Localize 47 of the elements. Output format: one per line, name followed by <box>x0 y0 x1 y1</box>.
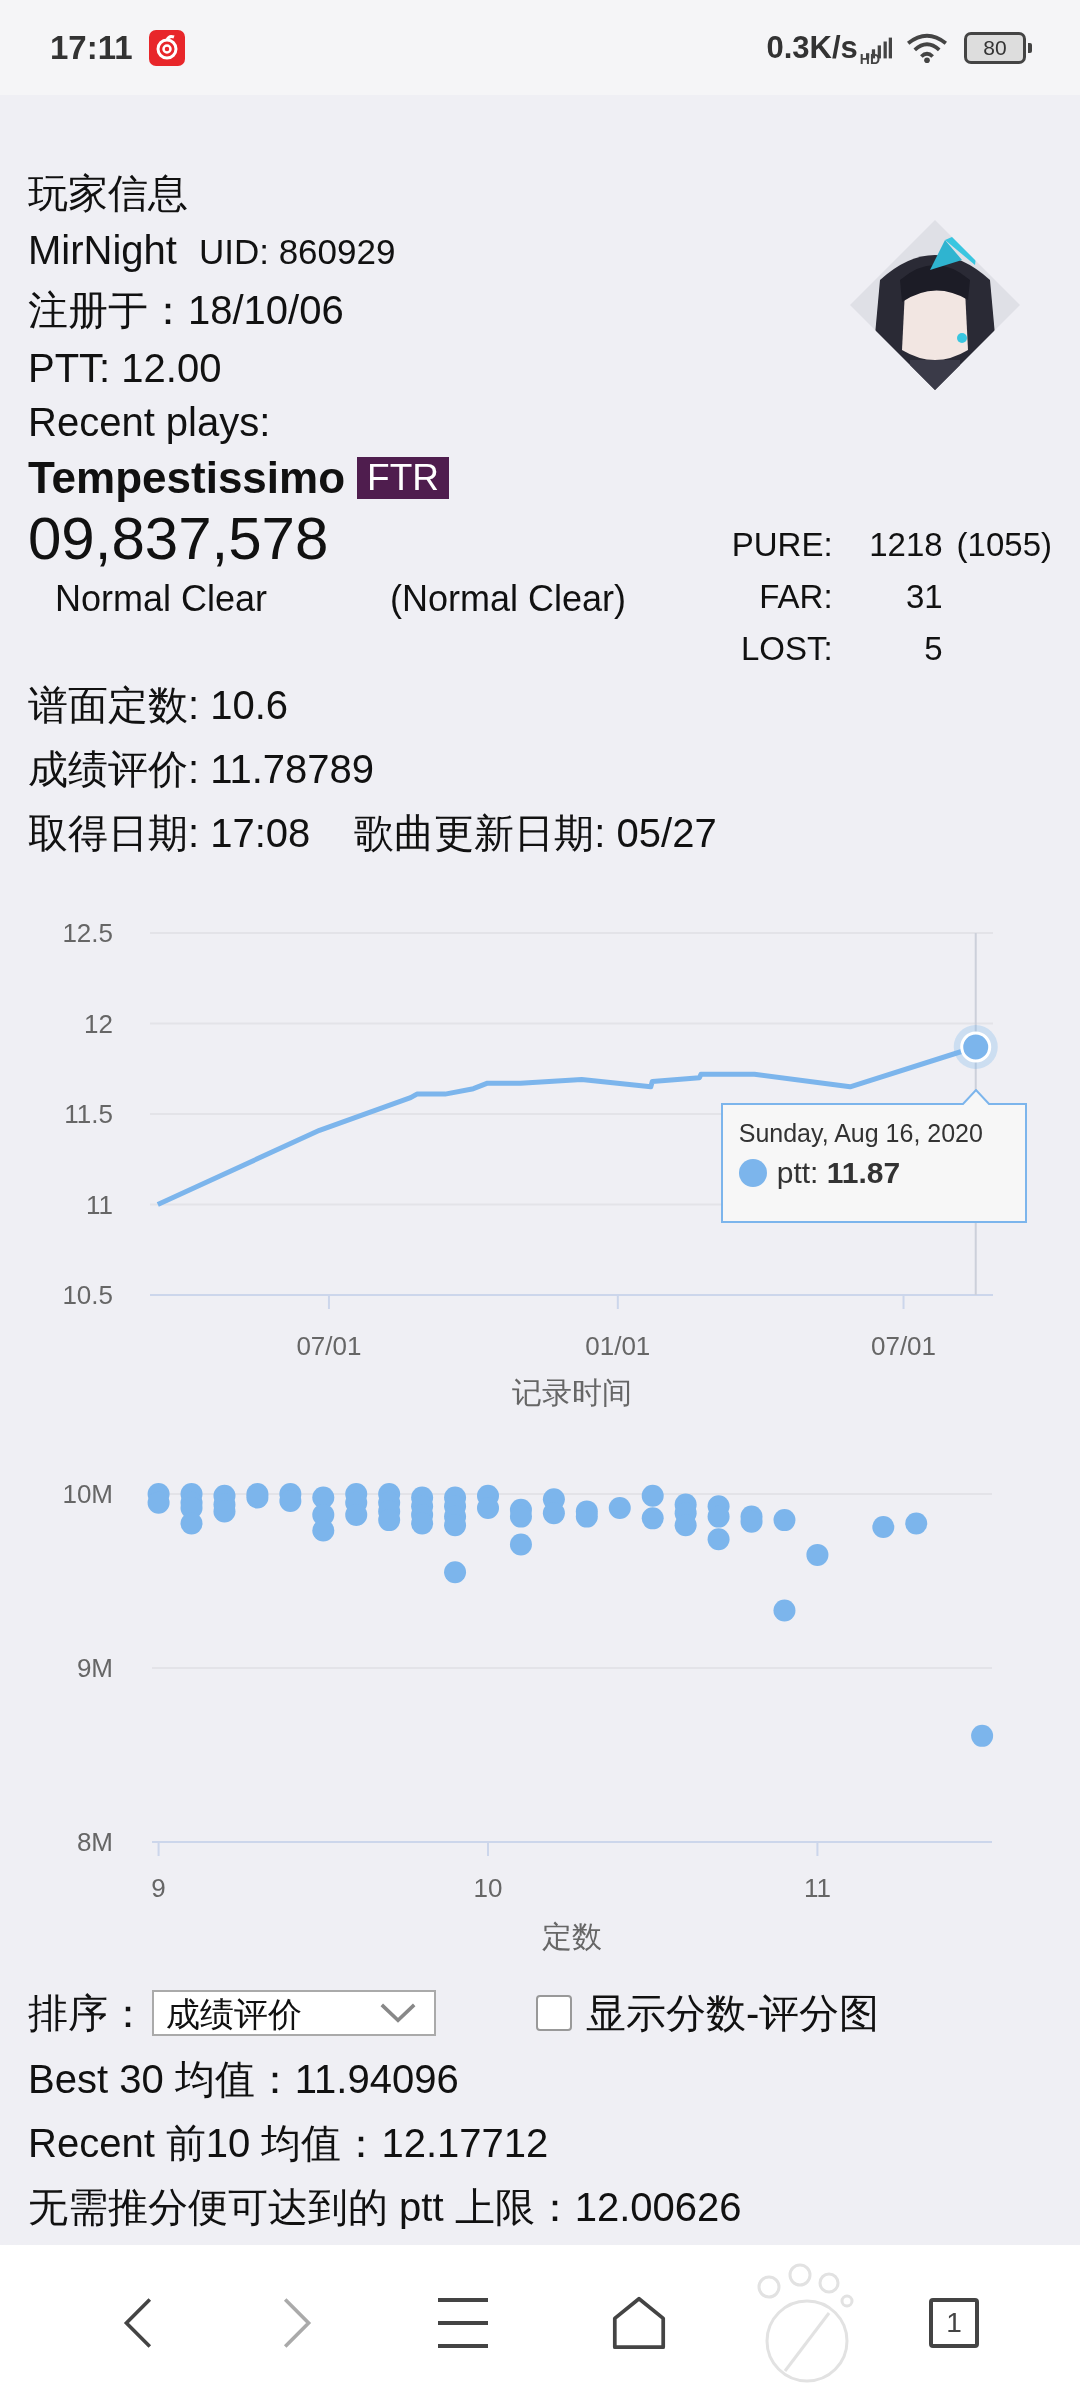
axis-tick-label: 11.5 <box>64 1099 113 1129</box>
axis-tick-label: 07/01 <box>871 1331 937 1361</box>
tooltip-date: Sunday, Aug 16, 2020 <box>738 1119 984 1148</box>
judgement-extra: (1055) <box>956 525 1052 565</box>
axis-tick-label: 10M <box>62 1479 113 1509</box>
judgement-label: LOST: <box>739 629 833 669</box>
axis-title: 记录时间 <box>511 1376 632 1409</box>
stat-line: 无需推分便可达到的 ptt 上限：12.00626 <box>28 2184 743 2231</box>
chart-constant: 谱面定数: 10.6 <box>28 682 290 729</box>
axis-tick-label: 11 <box>86 1189 113 1220</box>
axis-tick-label: 11 <box>803 1873 831 1903</box>
obtained-date: 取得日期: 17:08 <box>28 810 311 857</box>
axis-tick-label: 9M <box>76 1653 113 1683</box>
section-heading: 玩家信息 <box>28 170 189 217</box>
recent-plays-label: Recent plays: <box>28 399 272 446</box>
registration-date: 注册于：18/10/06 <box>28 287 345 334</box>
judgement-count: 5 <box>923 629 943 669</box>
tooltip-value: ptt: 11.87 <box>776 1156 901 1190</box>
clear-type: Normal Clear <box>55 578 269 620</box>
difficulty-badge: FTR <box>357 457 449 499</box>
axis-tick-label: 12.5 <box>62 918 113 948</box>
axis-tick-label: 10 <box>473 1873 503 1903</box>
axis-tick-label: 01/01 <box>585 1331 651 1361</box>
stat-line: Best 30 均值：11.94096 <box>28 2056 460 2103</box>
axis-tick-label: 12 <box>84 1008 113 1039</box>
player-name: MirNight <box>28 227 177 274</box>
axis-tick-label: 8M <box>76 1827 113 1857</box>
clock: 17:11 <box>50 28 133 67</box>
rating: 成绩评价: 11.78789 <box>28 746 376 793</box>
judgement-label: FAR: <box>758 577 833 617</box>
axis-tick-label: 9 <box>151 1873 166 1903</box>
battery-percent: 80 <box>983 35 1007 60</box>
axis-title: 定数 <box>542 1920 602 1953</box>
song-title: Tempestissimo <box>28 453 346 503</box>
song-update-date: 歌曲更新日期: 05/27 <box>354 810 717 857</box>
judgement-count: 31 <box>904 577 943 617</box>
judgement-label: PURE: <box>731 525 833 565</box>
best-clear-type: (Normal Clear) <box>390 578 627 620</box>
ptt-value: PTT: 12.00 <box>28 345 223 392</box>
player-uid: UID: 860929 <box>198 231 396 273</box>
axis-tick-label: 10.5 <box>62 1280 113 1310</box>
stat-line: Recent 前10 均值：12.17712 <box>28 2120 550 2167</box>
network-speed: 0.3K/s <box>766 29 858 66</box>
sort-label: 排序： <box>28 1989 148 2037</box>
score: 09,837,578 <box>28 507 330 571</box>
judgement-count: 1218 <box>868 525 943 565</box>
axis-tick-label: 07/01 <box>296 1331 362 1361</box>
